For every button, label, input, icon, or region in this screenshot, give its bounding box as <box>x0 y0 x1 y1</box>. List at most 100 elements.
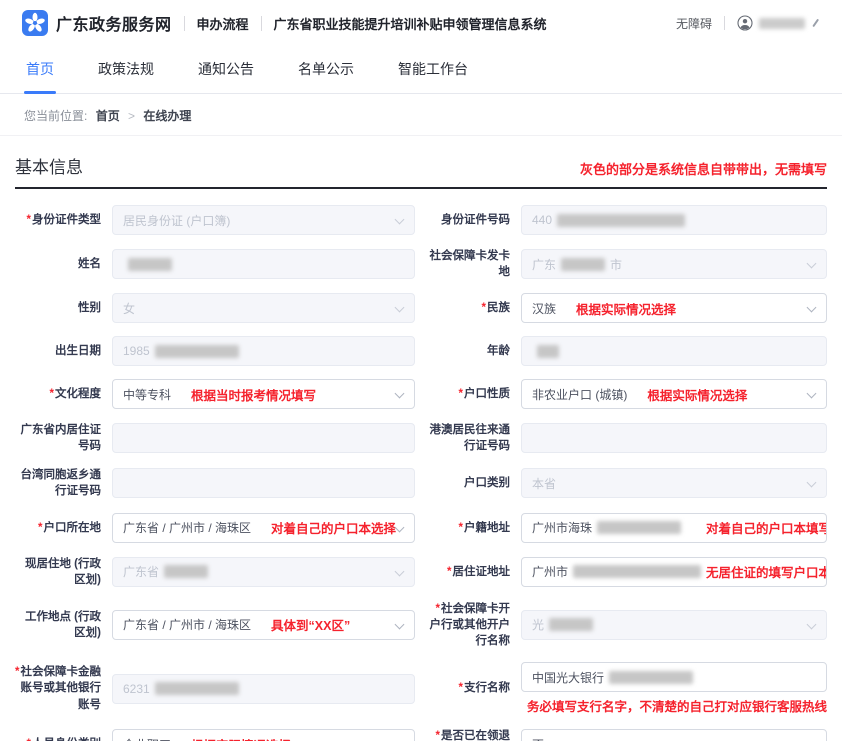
field-label: *居住证地址 <box>426 564 510 580</box>
chevron-down-icon <box>395 566 405 576</box>
field-value: 1985 <box>123 344 150 358</box>
menu-flow-link[interactable]: 申办流程 <box>197 14 249 33</box>
edit-icon <box>812 19 818 27</box>
field-value: 广东 <box>532 256 556 273</box>
form-row: *人员身份类别 企业职工根据实际情况选择 *是否已在领退休金否 <box>15 728 827 741</box>
breadcrumb-current[interactable]: 在线办理 <box>143 109 191 123</box>
chevron-down-icon <box>395 303 405 313</box>
field-label: 年龄 <box>426 343 510 359</box>
chevron-down-icon <box>807 389 817 399</box>
form-row: 现居住地 (行政区划) 广东省 *居住证地址 广州市 无居住证的填写户口本地址 <box>15 556 827 588</box>
field-value: 440 <box>532 213 552 227</box>
redacted-value <box>164 565 208 578</box>
breadcrumb-home[interactable]: 首页 <box>96 109 120 123</box>
redacted-value <box>549 618 593 631</box>
required-asterisk: * <box>38 522 42 534</box>
tab-通知公告[interactable]: 通知公告 <box>196 46 256 93</box>
field-label: *是否已在领退休金 <box>426 728 510 741</box>
tab-政策法规[interactable]: 政策法规 <box>96 46 156 93</box>
field-value: 广东省 / 广州市 / 海珠区 <box>123 519 251 536</box>
field-label: 性别 <box>15 300 101 316</box>
select-人员身份类别[interactable]: 企业职工根据实际情况选择 <box>112 729 415 741</box>
select-性别: 女 <box>112 293 415 323</box>
field-value: 广东省 / 广州市 / 海珠区 <box>123 616 251 633</box>
field-value: 非农业户口 (城镇) <box>532 386 627 403</box>
select-社会保障卡开户行或其他开户行名称: 光 <box>521 610 827 640</box>
select-身份证件类型: 居民身份证 (户口簿) <box>112 205 415 235</box>
form-row: 姓名社会保障卡发卡地广东市 <box>15 248 827 280</box>
field-label: 现居住地 (行政区划) <box>15 556 101 588</box>
field-value: 光 <box>532 616 544 633</box>
main-nav: 首页政策法规通知公告名单公示智能工作台 <box>0 46 842 94</box>
input-出生日期: 1985 <box>112 336 415 366</box>
tab-智能工作台[interactable]: 智能工作台 <box>396 46 470 93</box>
chevron-down-icon <box>807 478 817 488</box>
select-社会保障卡发卡地: 广东 市 <box>521 249 827 279</box>
field-label: *社会保障卡开户行或其他开户行名称 <box>426 601 510 649</box>
field-label: 出生日期 <box>15 343 101 359</box>
input-社会保障卡金融账号或其他银行账号: 6231 <box>112 674 415 704</box>
tab-名单公示[interactable]: 名单公示 <box>296 46 356 93</box>
input-户籍地址[interactable]: 广州市海珠对着自己的户口本填写 <box>521 513 827 543</box>
select-文化程度[interactable]: 中等专科根据当时报考情况填写 <box>112 379 415 409</box>
field-value: 6231 <box>123 682 150 696</box>
form-row: 台湾同胞返乡通行证号码户口类别本省 <box>15 467 827 499</box>
chevron-down-icon <box>807 619 817 629</box>
form-row: 性别 女 *民族 汉族 根据实际情况选择 <box>15 293 827 323</box>
red-annotation: 无居住证的填写户口本地址 <box>706 562 827 581</box>
accessibility-link[interactable]: 无障碍 <box>676 15 712 32</box>
field-label: 广东省内居住证号码 <box>15 422 101 454</box>
field-label: *户口性质 <box>426 386 510 402</box>
select-现居住地 (行政区划): 广东省 <box>112 557 415 587</box>
section-header: 基本信息 灰色的部分是系统信息自带带出，无需填写 <box>0 136 842 189</box>
gov-service-logo-icon <box>22 10 48 36</box>
select-工作地点 (行政区划)[interactable]: 广东省 / 广州市 / 海珠区具体到“XX区” <box>112 610 415 640</box>
field-label: 台湾同胞返乡通行证号码 <box>15 467 101 499</box>
field-value: 汉族 <box>532 300 556 317</box>
select-是否已在领退休金[interactable]: 否 <box>521 729 827 741</box>
required-asterisk: * <box>459 682 463 694</box>
input-港澳居民往来通行证号码 <box>521 423 827 453</box>
required-asterisk: * <box>436 603 440 615</box>
form-row: *户口所在地广东省 / 广州市 / 海珠区对着自己的户口本选择*户籍地址广州市海… <box>15 513 827 543</box>
chevron-down-icon <box>807 303 817 313</box>
field-label: *户口所在地 <box>15 520 101 536</box>
select-户口所在地[interactable]: 广东省 / 广州市 / 海珠区对着自己的户口本选择 <box>112 513 415 543</box>
required-asterisk: * <box>27 214 31 226</box>
red-annotation: 对着自己的户口本填写 <box>706 518 827 537</box>
field-label: *人员身份类别 <box>15 736 101 741</box>
select-民族[interactable]: 汉族 根据实际情况选择 <box>521 293 827 323</box>
field-value: 广州市 <box>532 563 568 580</box>
breadcrumb-separator: > <box>128 109 135 123</box>
field-value-suffix: 市 <box>610 256 622 273</box>
redacted-value <box>557 214 685 227</box>
redacted-value <box>609 671 693 684</box>
input-身份证件号码: 440 <box>521 205 827 235</box>
tab-首页[interactable]: 首页 <box>24 46 56 93</box>
field-value: 否 <box>532 736 544 741</box>
brand[interactable]: 广东政务服务网 <box>22 10 172 36</box>
field-label: *民族 <box>426 300 510 316</box>
user-menu[interactable] <box>737 15 820 31</box>
field-value: 女 <box>123 300 135 317</box>
form-row: 工作地点 (行政区划) 广东省 / 广州市 / 海珠区具体到“XX区” *社会保障卡… <box>15 601 827 649</box>
input-居住证地址[interactable]: 广州市 无居住证的填写户口本地址 <box>521 557 827 587</box>
system-title: 广东省职业技能提升培训补贴申领管理信息系统 <box>274 14 547 33</box>
red-annotation: 根据实际情况选择 <box>576 299 676 318</box>
redacted-value <box>597 521 681 534</box>
field-label: *社会保障卡金融账号或其他银行账号 <box>15 664 101 712</box>
field-label: 户口类别 <box>426 475 510 491</box>
required-asterisk: * <box>447 566 451 578</box>
basic-info-form: *身份证件类型居民身份证 (户口簿)身份证件号码440姓名社会保障卡发卡地广东市… <box>0 189 842 741</box>
red-annotation-below: 务必填写支行名字，不清楚的自己打对应银行客服热线 <box>521 696 827 715</box>
input-支行名称[interactable]: 中国光大银行 <box>521 662 827 692</box>
field-label: 工作地点 (行政区划) <box>15 609 101 641</box>
required-asterisk: * <box>50 388 54 400</box>
user-icon <box>737 15 753 31</box>
redacted-value <box>128 258 172 271</box>
top-header: 广东政务服务网 申办流程 广东省职业技能提升培训补贴申领管理信息系统 无障碍 <box>0 0 842 46</box>
select-户口性质[interactable]: 非农业户口 (城镇)根据实际情况选择 <box>521 379 827 409</box>
form-row: 出生日期 1985 年龄 <box>15 336 827 366</box>
field-value: 居民身份证 (户口簿) <box>123 212 230 229</box>
form-row: *社会保障卡金融账号或其他银行账号6231*支行名称中国光大银行务必填写支行名字… <box>15 662 827 715</box>
